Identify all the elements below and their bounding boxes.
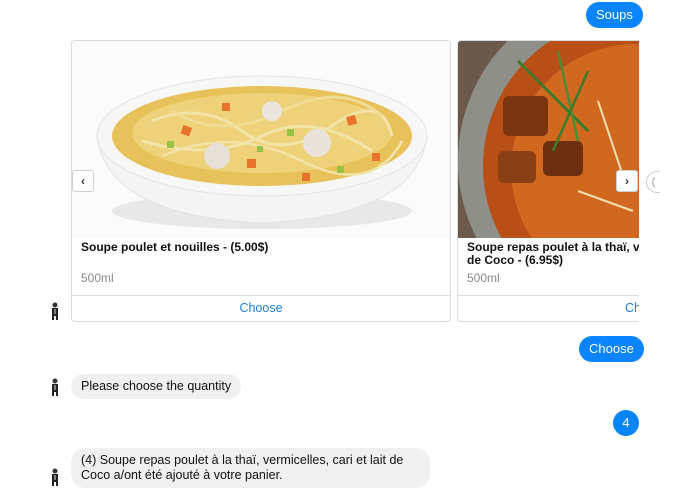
product-title: Soupe poulet et nouilles - (5.00$) — [81, 240, 269, 254]
product-subtitle: 500ml — [467, 271, 500, 285]
carousel-next-button[interactable]: › — [616, 170, 638, 192]
bot-message-added-to-cart: (4) Soupe repas poulet à la thaï, vermic… — [71, 448, 430, 488]
product-card-2: Soupe repas poulet à la thaï, vermicelle… — [457, 40, 639, 322]
product-card-1: Soupe poulet et nouilles - (5.00$) 500ml… — [71, 40, 451, 322]
chevron-left-icon: ‹ — [81, 174, 85, 188]
soup-noodle-image — [72, 41, 450, 238]
partial-button-icon: ( — [651, 176, 656, 188]
bot-avatar — [52, 468, 58, 486]
user-message-choose: Choose — [579, 336, 644, 362]
bot-avatar — [52, 302, 58, 320]
carousel-next-partial-button[interactable]: ( — [646, 171, 660, 193]
product-subtitle: 500ml — [81, 271, 114, 285]
choose-button[interactable]: Choose — [458, 295, 639, 321]
user-message-quantity: 4 — [613, 410, 639, 436]
product-title: Soupe repas poulet à la thaï, vermicelle… — [467, 240, 639, 267]
product-carousel: Soupe poulet et nouilles - (5.00$) 500ml… — [71, 40, 639, 322]
carousel-prev-button[interactable]: ‹ — [72, 170, 94, 192]
user-message-soups: Soups — [586, 2, 643, 28]
bot-message-quantity: Please choose the quantity — [71, 374, 242, 399]
bot-avatar — [52, 378, 58, 396]
thai-soup-image — [458, 41, 639, 238]
choose-button[interactable]: Choose — [72, 295, 450, 321]
chevron-right-icon: › — [625, 174, 629, 188]
